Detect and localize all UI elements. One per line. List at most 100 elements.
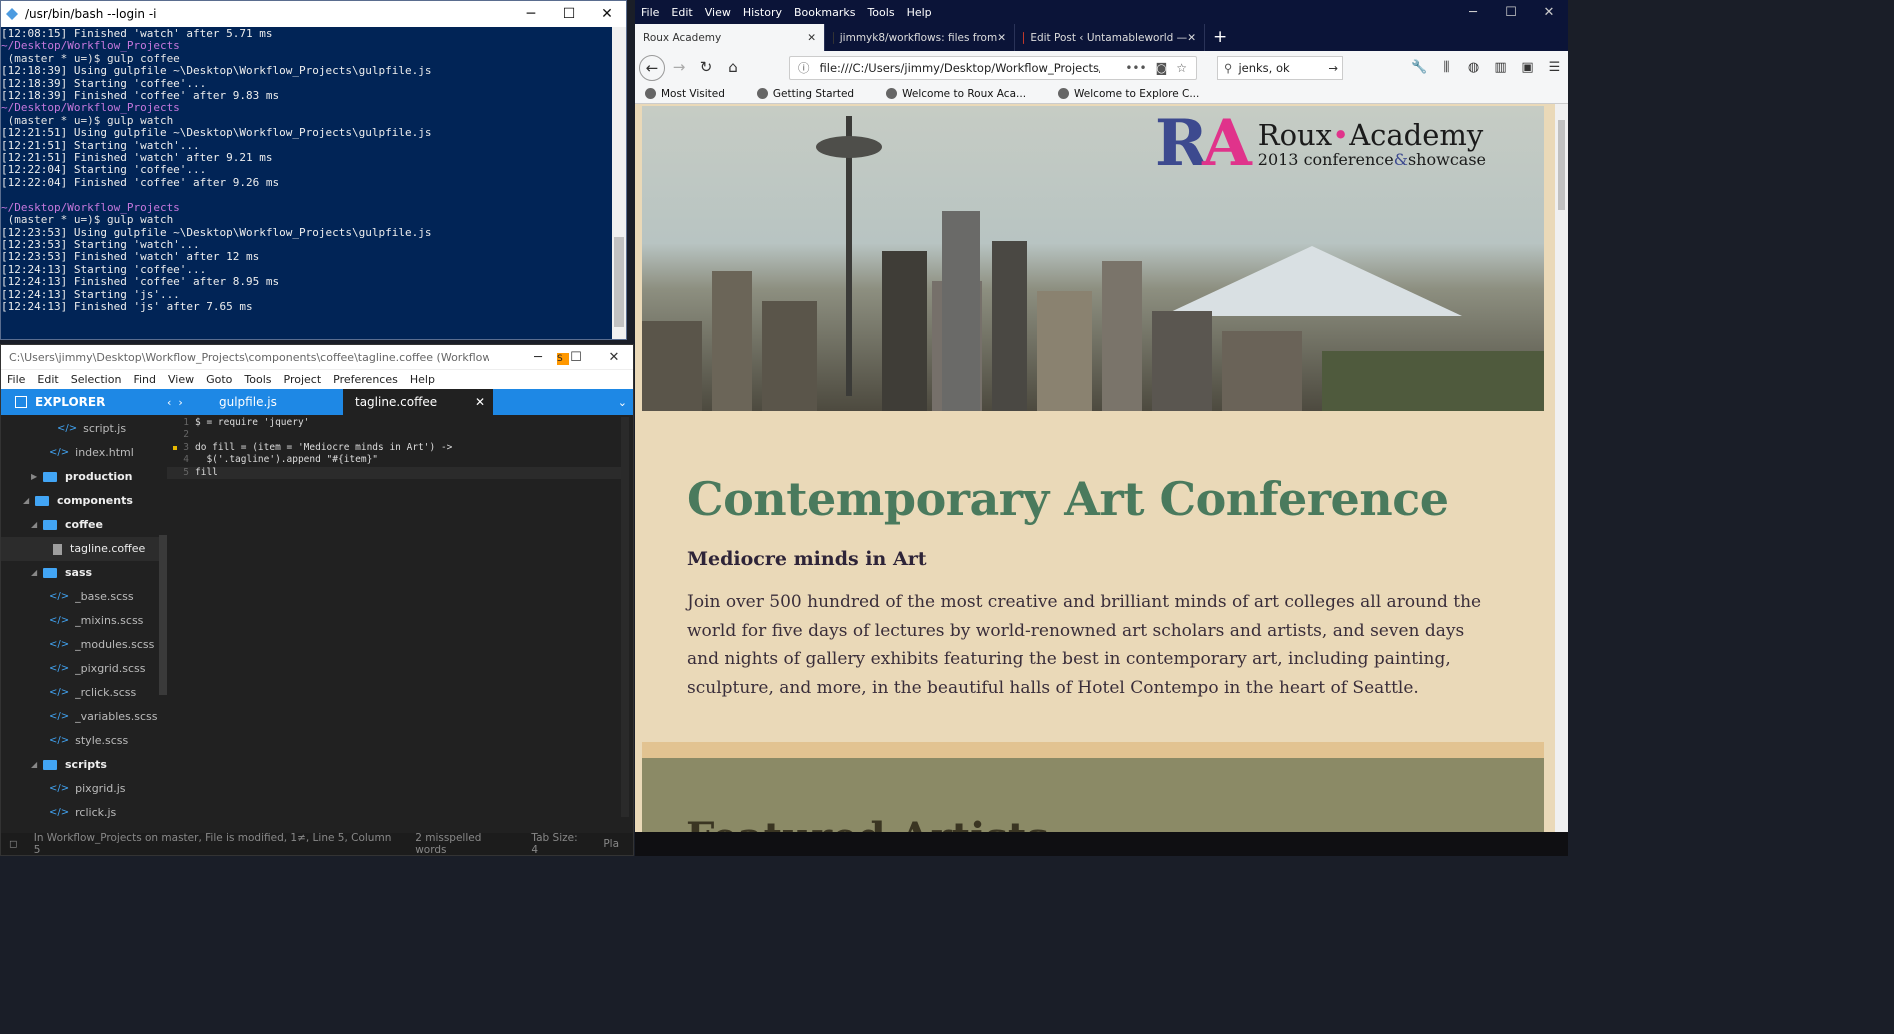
tree-item[interactable]: ◢ scripts [1,753,167,777]
bookmark-item[interactable]: Welcome to Roux Aca... [886,88,1042,100]
search-icon: ⚲ [1224,60,1233,75]
menu-item-project[interactable]: Project [284,373,322,386]
tree-item[interactable]: ◢ sass [1,561,167,585]
minimize-button[interactable]: ─ [512,6,550,22]
maximize-button[interactable]: ☐ [550,6,588,22]
bookmark-label: Welcome to Explore C... [1074,87,1200,100]
menu-item-edit[interactable]: Edit [37,373,58,386]
bookmark-item[interactable]: Most Visited [645,88,741,100]
menu-item-selection[interactable]: Selection [71,373,122,386]
ff-menu-help[interactable]: Help [907,6,932,19]
tree-item[interactable]: </> script.js [1,417,167,441]
terminal-window[interactable]: /usr/bin/bash --login -i ─ ☐ ✕ [12:08:15… [0,0,627,340]
tree-item[interactable]: </> _modules.scss [1,633,167,657]
tree-item[interactable]: </> _mixins.scss [1,609,167,633]
menu-item-view[interactable]: View [168,373,194,386]
close-button[interactable]: ✕ [1530,5,1568,20]
tree-item[interactable]: </> _variables.scss [1,705,167,729]
menu-item-goto[interactable]: Goto [206,373,232,386]
close-button[interactable]: ✕ [588,6,626,22]
tree-item[interactable]: ▶ production [1,465,167,489]
url-bar[interactable]: ⓘ file:///C:/Users/jimmy/Desktop/Workflo… [789,55,1197,80]
browser-tab[interactable]: Roux Academy ✕ [635,24,825,51]
close-tab-icon[interactable]: ✕ [997,32,1006,44]
explorer-header[interactable]: EXPLORER [1,395,167,409]
menu-item-help[interactable]: Help [410,373,435,386]
firefox-window[interactable]: File Edit View History Bookmarks Tools Help ─ ☐ ✕… [635,0,1568,832]
chevron-down-icon[interactable]: ◢ [31,513,43,537]
new-tab-button[interactable]: + [1205,24,1227,51]
tree-item[interactable]: </> _base.scss [1,585,167,609]
library-icon[interactable]: ⫼ [1433,60,1460,75]
home-button[interactable]: ⌂ [720,55,746,81]
tree-item[interactable]: </> style.scss [1,729,167,753]
pocket-icon[interactable]: ◙ [1156,61,1168,75]
terminal-scrollbar[interactable] [612,27,626,339]
close-tab-icon[interactable]: ✕ [1187,32,1196,44]
tab-nav-arrows[interactable]: ‹ › [167,396,207,409]
extension-icon[interactable]: ▣ [1514,60,1541,75]
close-tab-icon[interactable]: ✕ [475,389,485,415]
sidebar-icon[interactable]: ▥ [1487,60,1514,75]
bookmark-item[interactable]: Getting Started [756,87,870,100]
tree-item[interactable]: </> _rclick.scss [1,681,167,705]
ff-menu-tools[interactable]: Tools [867,6,894,19]
code-editor[interactable]: 1 $ = require 'jquery' 2 3 do fill = (item =… [167,417,625,833]
sublime-window[interactable]: S C:\Users\jimmy\Desktop\Workflow_Projec… [0,344,634,856]
forward-button[interactable]: → [666,55,692,81]
wrench-icon[interactable]: 🔧 [1406,60,1433,75]
tree-item[interactable]: </> _pixgrid.scss [1,657,167,681]
tab-tagline[interactable]: tagline.coffee ✕ [343,389,493,415]
page-actions-icon[interactable]: ••• [1125,61,1146,75]
vpn-icon[interactable]: ◍ [1460,60,1487,75]
bookmark-item[interactable]: Welcome to Explore C... [1058,88,1215,100]
ff-menu-file[interactable]: File [641,6,659,19]
menu-item-tools[interactable]: Tools [244,373,271,386]
chevron-down-icon[interactable]: ⌄ [618,396,627,409]
minimize-button[interactable]: ─ [519,350,557,365]
status-indicator: ◻ [9,838,18,850]
tab-gulpfile[interactable]: gulpfile.js [207,389,343,415]
tree-item[interactable]: </> rclick.js [1,801,167,825]
chevron-down-icon[interactable]: ◢ [31,561,43,585]
sublime-titlebar[interactable]: S C:\Users\jimmy\Desktop\Workflow_Projec… [1,345,633,369]
close-tab-icon[interactable]: ✕ [807,32,816,44]
editor-scrollbar[interactable] [621,417,629,817]
ff-menu-edit[interactable]: Edit [671,6,692,19]
menu-item-file[interactable]: File [7,373,25,386]
ff-menu-view[interactable]: View [705,6,731,19]
browser-tab[interactable]: jimmyk8/workflows: files from ✕ [825,24,1015,51]
file-tree[interactable]: </> script.js </> index.html ▶ production ◢ com… [1,417,167,833]
info-icon[interactable]: ⓘ [798,60,810,76]
back-button[interactable]: ← [639,54,665,81]
tree-item[interactable]: ◢ coffee [1,513,167,537]
tree-item[interactable]: ◢ components [1,489,167,513]
chevron-right-icon[interactable]: ▶ [31,465,43,489]
bookmark-label: Getting Started [772,87,855,100]
reload-button[interactable]: ↻ [693,55,719,81]
maximize-button[interactable]: ☐ [1492,5,1530,20]
favicon-icon [1023,31,1025,44]
hamburger-menu-icon[interactable]: ☰ [1541,60,1568,75]
menu-item-find[interactable]: Find [133,373,156,386]
sidebar-scrollbar[interactable] [159,535,167,695]
terminal-titlebar[interactable]: /usr/bin/bash --login -i ─ ☐ ✕ [1,1,626,27]
chevron-down-icon[interactable]: ◢ [23,489,35,513]
bookmark-star-icon[interactable]: ☆ [1176,61,1187,75]
tree-item[interactable]: tagline.coffee [1,537,167,561]
terminal-output[interactable]: [12:08:15] Finished 'watch' after 5.71 m… [1,27,613,339]
chevron-down-icon[interactable]: ◢ [31,753,43,777]
ff-menu-bookmarks[interactable]: Bookmarks [794,6,855,19]
search-field[interactable]: ⚲ jenks, ok → [1217,55,1343,80]
page-scrollbar[interactable] [1555,104,1568,832]
search-go-icon[interactable]: → [1328,61,1338,75]
tree-item[interactable]: </> pixgrid.js [1,777,167,801]
menu-item-preferences[interactable]: Preferences [333,373,398,386]
tree-item[interactable]: </> index.html [1,441,167,465]
browser-tab[interactable]: Edit Post ‹ Untamableworld — ✕ [1015,24,1205,51]
ff-menu-history[interactable]: History [743,6,782,19]
close-button[interactable]: ✕ [595,350,633,365]
mountain-shape [1162,246,1462,316]
minimize-button[interactable]: ─ [1454,5,1492,20]
web-page[interactable]: RA Roux•Academy 2013 conference&showcase… [635,104,1555,832]
